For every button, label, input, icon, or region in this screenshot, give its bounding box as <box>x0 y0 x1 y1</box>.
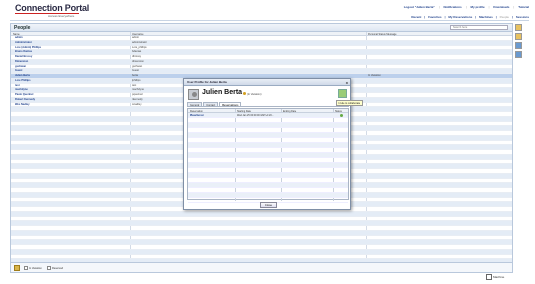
invite-icon[interactable] <box>338 89 347 98</box>
reservations-table: Reservation Starting Date Ending Date St… <box>187 108 349 203</box>
close-button[interactable]: Close <box>260 202 277 208</box>
nav-recent[interactable]: Recent <box>411 15 421 19</box>
status-ok-icon <box>340 114 343 118</box>
people-title: People <box>14 25 31 31</box>
machine-toggle[interactable]: Machine <box>486 274 504 280</box>
logout-link[interactable]: Logout "Julien Berta" <box>404 5 435 9</box>
reserved-label: Reserved <box>52 266 64 270</box>
profile-status: (In Vacation) <box>247 92 262 96</box>
nav-people[interactable]: People <box>500 15 509 19</box>
folder-open-icon[interactable] <box>515 33 522 40</box>
reservation-start: Wed Jan 25 00:00:00 GMT+0 20... <box>237 114 274 118</box>
app-header: Connection Portal Access Everywhere Logo… <box>0 0 535 22</box>
user-profile-dialog: User Profile for Julien Berta x Julien B… <box>183 78 363 210</box>
nav-favorites[interactable]: Favorites <box>428 15 441 19</box>
in-vacation-label: In Vacation <box>29 266 42 270</box>
export-icon[interactable] <box>14 265 20 271</box>
nav-my-reservations[interactable]: My Reservations <box>448 15 472 19</box>
avatar <box>188 89 199 100</box>
top-links: Logout "Julien Berta" | Notifications | … <box>403 5 529 9</box>
profile-name: Julien Berta <box>202 89 243 96</box>
panel-title: People Search here <box>11 24 512 32</box>
side-toolbar <box>515 24 523 60</box>
search-input[interactable]: Search here <box>450 25 508 30</box>
reservation-name[interactable]: lBaseServer <box>190 114 204 117</box>
app-subtitle: Access Everywhere <box>48 14 75 18</box>
downloads-link[interactable]: Downloads <box>493 5 509 9</box>
close-icon[interactable]: x <box>346 79 348 86</box>
machine-label: Machine <box>493 274 505 279</box>
dialog-title: User Profile for Julien Berta <box>187 80 227 84</box>
notifications-link[interactable]: Notifications <box>444 5 462 9</box>
reserved-checkbox[interactable] <box>47 266 51 270</box>
nav-machines[interactable]: Machines <box>479 15 493 19</box>
nav-sessions[interactable]: Sessions <box>516 15 529 19</box>
my-profile-link[interactable]: My profile <box>470 5 484 9</box>
users-icon[interactable] <box>515 51 522 58</box>
machine-icon <box>486 274 492 280</box>
tab-divider <box>187 106 349 107</box>
folder-icon[interactable] <box>515 24 522 31</box>
in-vacation-checkbox[interactable] <box>24 266 28 270</box>
main-nav: Recent | Favorites | My Reservations | M… <box>411 15 529 19</box>
pencil-icon[interactable] <box>243 92 246 95</box>
dialog-titlebar[interactable]: User Profile for Julien Berta x <box>184 79 350 86</box>
tutorial-link[interactable]: Tutorial <box>518 5 529 9</box>
app-title: Connection Portal <box>15 3 90 13</box>
panel-footer: In Vacation Reserved <box>11 262 512 272</box>
header-divider <box>10 20 529 21</box>
user-icon[interactable] <box>515 42 522 49</box>
